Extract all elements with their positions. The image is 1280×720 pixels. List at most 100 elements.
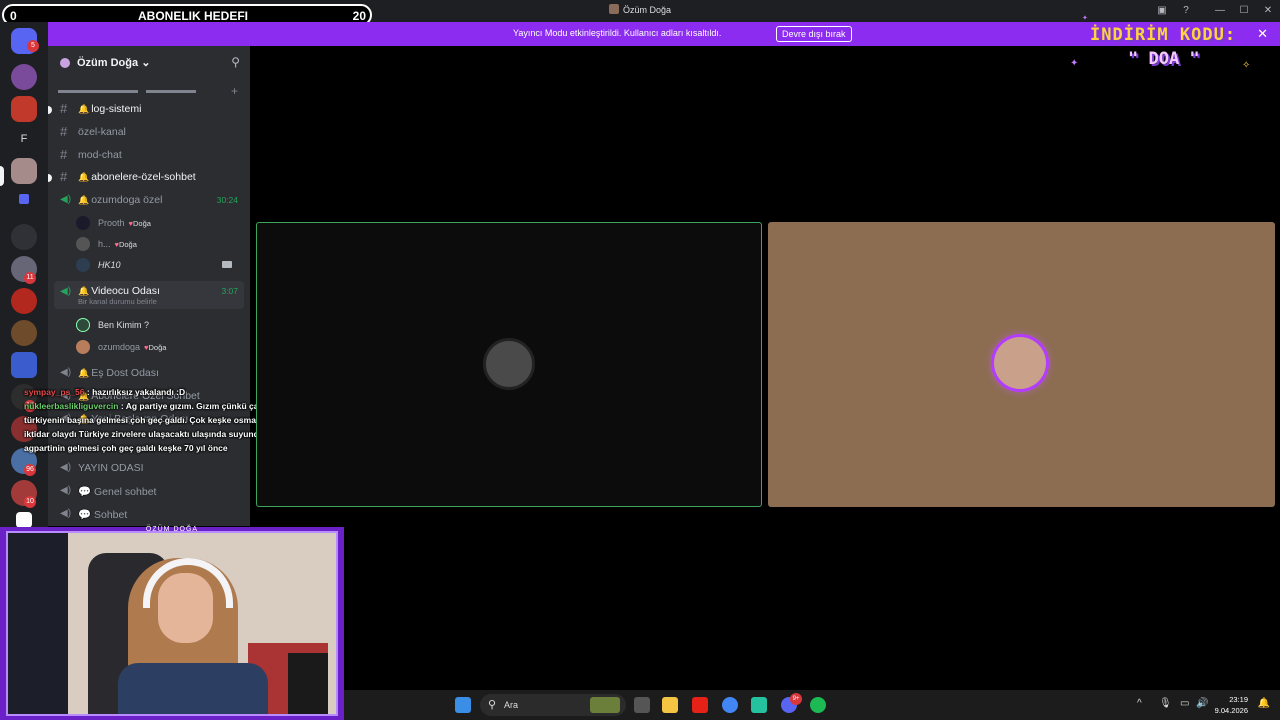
inbox-icon[interactable]: ▣ [1154, 3, 1170, 19]
server-ozum-doga-icon[interactable] [11, 158, 37, 184]
help-icon[interactable]: ? [1178, 3, 1194, 19]
avatar [76, 237, 90, 251]
close-window-button[interactable]: ✕ [1260, 3, 1276, 19]
avatar [76, 216, 90, 230]
unread-indicator [48, 174, 52, 182]
search-icon: ⚲ [488, 699, 497, 711]
space-wallpaper [8, 533, 68, 714]
voice-user[interactable]: Ben Kimim ? [76, 316, 236, 334]
search-highlight-image [590, 697, 620, 713]
file-explorer-icon[interactable] [662, 697, 678, 713]
subgoal-label: ABONELIK HEDEFI [138, 9, 249, 23]
home-badge: 5 [27, 40, 39, 52]
participant-avatar [483, 338, 535, 390]
bell-icon: 🔔 [78, 195, 90, 205]
server-avatar[interactable] [11, 320, 37, 346]
chevron-up-icon[interactable]: ^ [1137, 698, 1142, 709]
task-view-icon[interactable] [634, 697, 650, 713]
banner-close-icon[interactable]: ✕ [1257, 26, 1268, 42]
add-channel-icon[interactable]: + [231, 84, 238, 98]
disable-streamer-mode-button[interactable]: Devre dışı bırak [776, 26, 852, 42]
channel-mod-chat[interactable]: # mod-chat [54, 144, 244, 166]
minimize-button[interactable]: — [1212, 3, 1228, 19]
microphone-icon[interactable]: 🎙 [1159, 698, 1172, 709]
screen: Özüm Doğa ▣ ? — ☐ ✕ 0 ABONELIK HEDEFI 20… [0, 0, 1280, 720]
voice-duration: 3:07 [221, 286, 238, 296]
streamer-shirt [118, 663, 268, 714]
banner-message: Yayıncı Modu etkinleştirildi. Kullanıcı … [513, 28, 722, 38]
webcam-overlay: ÖZÜM DOĞA [0, 526, 344, 720]
voice-speaker-icon: ◀) [60, 194, 72, 205]
voice-duration: 30:24 [216, 195, 238, 205]
voice-channel-videocu-odasi[interactable]: ◀) 🔔 Videocu Odası Bir kanal durumu belir… [54, 281, 244, 309]
voice-tile[interactable] [768, 222, 1275, 507]
channel-ozel-kanal[interactable]: # özel-kanal [54, 121, 244, 143]
bell-icon: 🔔 [78, 172, 90, 182]
participant-avatar [994, 337, 1046, 389]
voice-user[interactable]: ozumdoga ♥Doğa [76, 338, 236, 356]
chat-username: nükleerbaslikliguvercin [24, 401, 119, 411]
spotify-icon[interactable] [810, 697, 826, 713]
avatar [76, 258, 90, 272]
subgoal-current: 0 [10, 9, 17, 23]
server-hk10-icon[interactable] [11, 96, 37, 122]
start-button-icon[interactable] [455, 697, 471, 713]
user-plus-icon[interactable]: ⚲ [231, 55, 240, 69]
bell-icon: 🔔 [78, 368, 90, 378]
discount-title: İNDİRİM KODU: [1090, 25, 1237, 45]
server-f-icon[interactable]: F [11, 126, 37, 152]
avatar [76, 340, 90, 354]
text-channel-icon: # [60, 147, 68, 162]
channel-abonelere-ozel-sohbet[interactable]: # 🔔 abonelere-özel-sohbet [54, 166, 244, 188]
streaming-app-icon[interactable] [751, 697, 767, 713]
discord-badge: 9+ [790, 693, 802, 705]
voice-speaker-icon: ◀) [60, 508, 72, 519]
voice-tile-speaking[interactable] [256, 222, 762, 507]
server-avatar[interactable] [11, 352, 37, 378]
server-avatar[interactable] [11, 288, 37, 314]
voice-channel-ozumdoga-ozel[interactable]: ◀) 🔔 ozumdoga özel 30:24 [54, 189, 244, 211]
chat-bubble-icon: 💬 [78, 486, 94, 498]
voice-channel-es-dost-odasi[interactable]: ◀) 🔔 Eş Dost Odası [54, 362, 244, 384]
voice-user[interactable]: HK10 [76, 256, 236, 274]
voice-channel-genel-sohbet[interactable]: ◀) 💬 Genel sohbet [54, 480, 244, 502]
server-icon [608, 4, 619, 14]
chrome-icon[interactable] [722, 697, 738, 713]
channel-log-sistemi[interactable]: # 🔔 log-sistemi [54, 98, 244, 120]
text-channel-icon: # [60, 169, 68, 184]
search-placeholder: Ara [504, 700, 519, 710]
text-channel-icon: # [60, 101, 68, 116]
category-header[interactable] [58, 86, 198, 96]
voice-user[interactable]: Prooth ♥Doğa [76, 214, 236, 232]
voice-channel-sohbet[interactable]: ◀) 💬 Sohbet [54, 503, 244, 525]
chat-bubble-icon: 💬 [78, 509, 94, 521]
discount-code-overlay: İNDİRİM KODU: " DOA " [1090, 25, 1237, 69]
sparkle-icon: ✦ [1082, 15, 1088, 22]
server-header[interactable]: Özüm Doğa ⌄ ⚲ [48, 46, 250, 78]
folder-icon[interactable] [19, 194, 29, 204]
notification-icon[interactable]: 🔔 [1258, 698, 1270, 709]
sparkle-icon: ✦ [1070, 58, 1079, 69]
network-icon[interactable]: ▭ [1180, 698, 1189, 709]
bell-icon: 🔔 [78, 286, 90, 296]
server-badge: 96 [24, 464, 36, 476]
server-avatar[interactable] [11, 64, 37, 90]
channel-status[interactable]: Bir kanal durumu belirle [78, 297, 157, 306]
clock-time: 23:19 [1229, 695, 1248, 704]
clock-date: 9.04.2026 [1214, 706, 1248, 715]
taskbar-clock[interactable]: 23:19 9.04.2026 [1215, 694, 1248, 716]
voice-channel-yayin-odasi[interactable]: ◀) YAYIN ODASI [54, 457, 244, 479]
youtube-icon[interactable] [692, 697, 708, 713]
voice-speaker-icon: ◀) [60, 286, 72, 297]
chat-username: sympay_ps_56 [24, 387, 85, 397]
selected-indicator [0, 166, 4, 186]
server-avatar[interactable] [11, 224, 37, 250]
taskbar-search[interactable]: ⚲ Ara [480, 694, 626, 716]
server-badge: 11 [24, 272, 36, 284]
sparkle-icon: ✧ [1242, 60, 1251, 71]
text-channel-icon: # [60, 124, 68, 139]
server-badge-icon [60, 58, 70, 68]
voice-user[interactable]: h... ♥Doğa [76, 235, 236, 253]
maximize-button[interactable]: ☐ [1236, 3, 1252, 19]
volume-icon[interactable]: 🔊 [1196, 698, 1208, 709]
